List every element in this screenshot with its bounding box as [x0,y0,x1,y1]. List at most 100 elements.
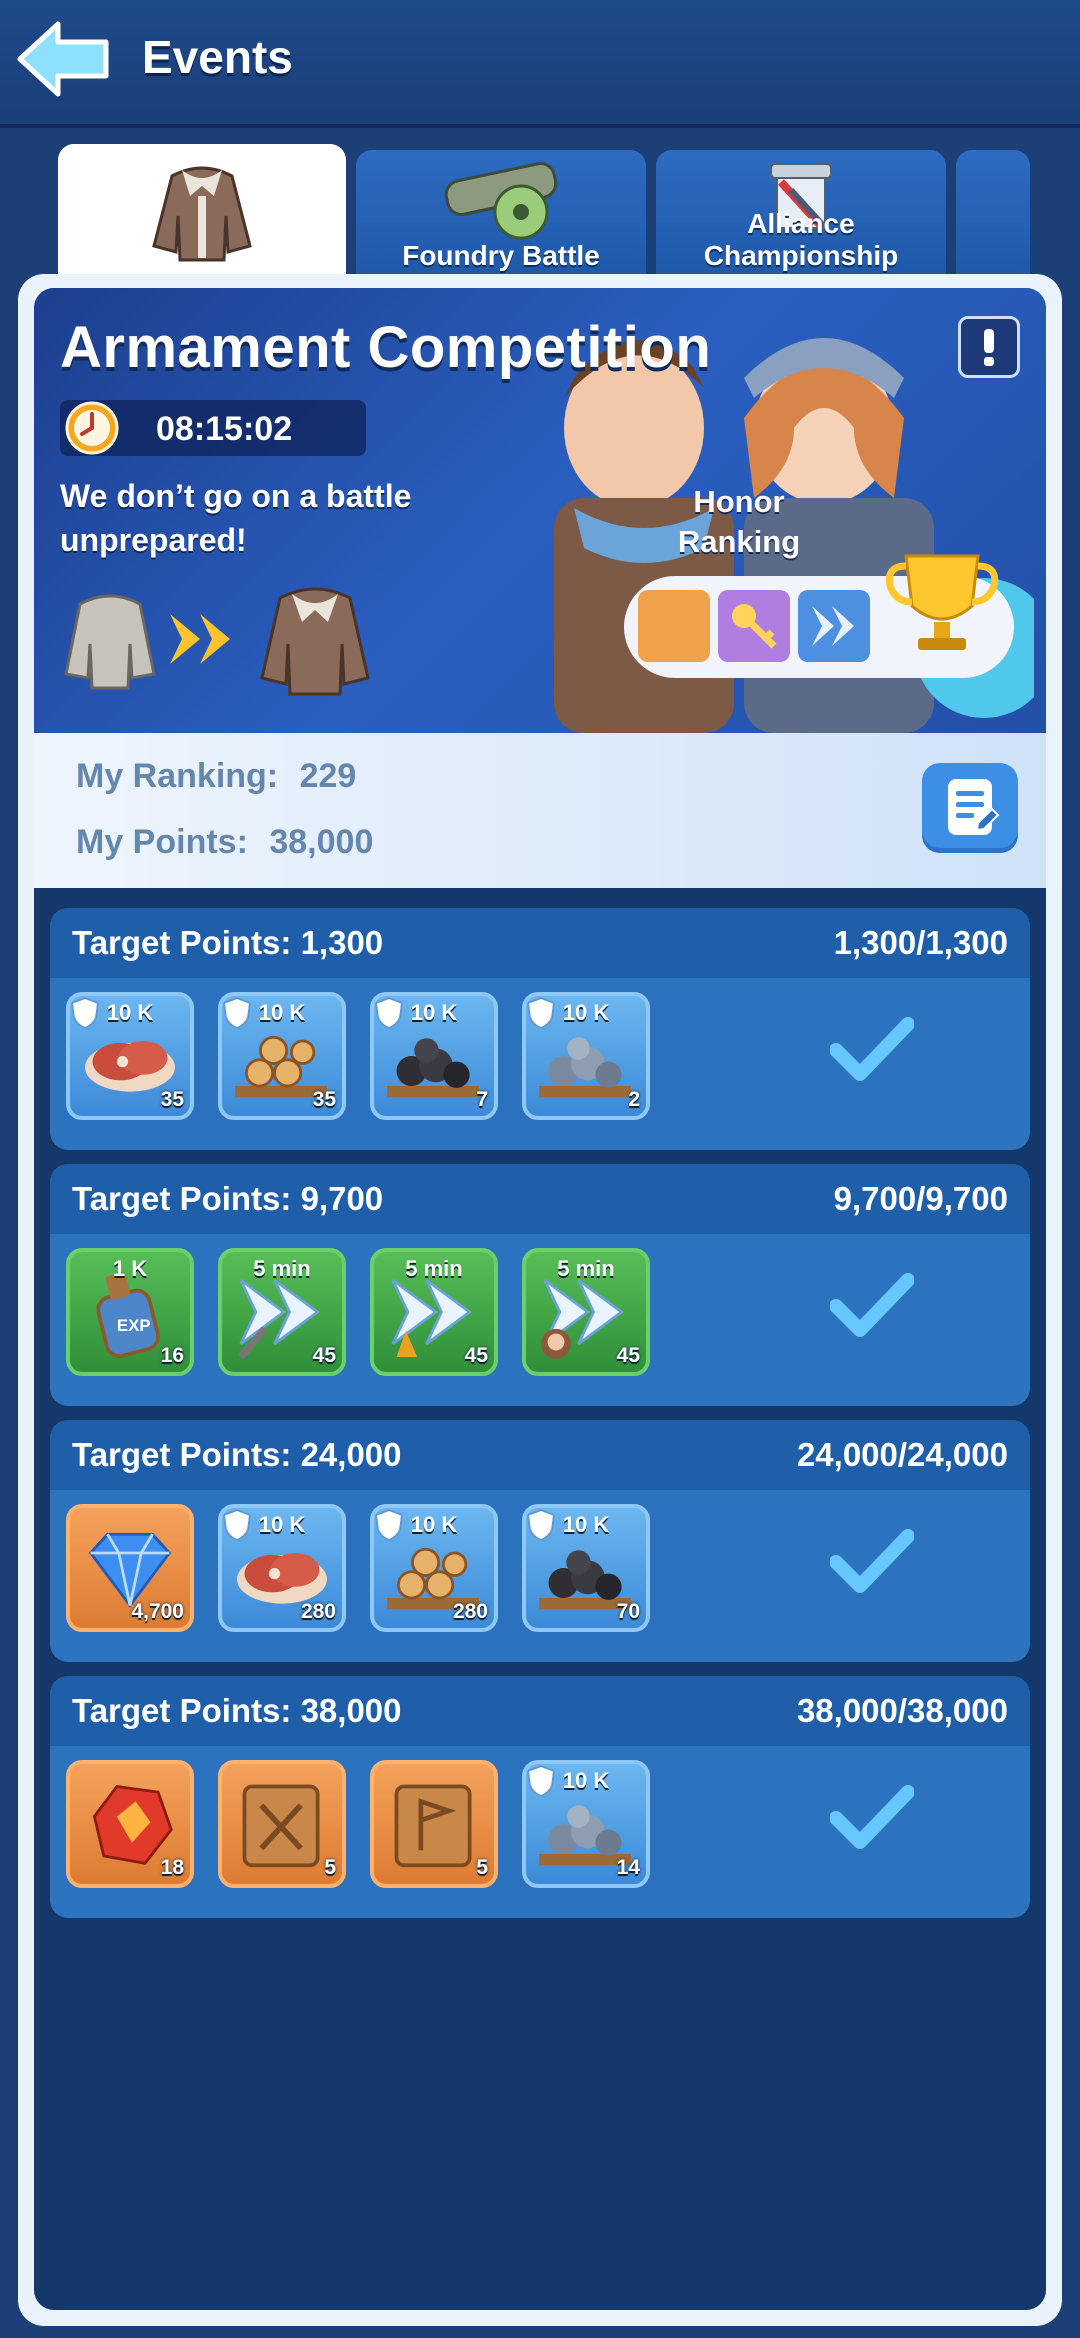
trophy-icon [885,554,999,650]
reward-item-speedup-flask[interactable]: 5 min 45 [370,1248,498,1376]
reward-amount: 10 K [562,1000,610,1025]
target-progress: 38,000/38,000 [796,1692,1008,1729]
tab-more[interactable] [956,150,1030,280]
reward-item-wood[interactable]: 10 K 35 [218,992,346,1120]
target-card: Target Points: 1,300 1,300/1,300 10 K 35 10 … [50,908,1030,1150]
reward-item-tome-swords[interactable]: 5 [218,1760,346,1888]
coat-upgrade-icon [64,587,370,696]
exclamation-icon [984,329,994,366]
top-bar: Events [0,0,1080,128]
cannon-icon [444,162,558,240]
target-card-header: Target Points: 24,000 24,000/24,000 [50,1420,1030,1490]
target-card: Target Points: 9,700 9,700/9,700 EXP 1 K 16 5… [50,1164,1030,1406]
reward-item-speedup-hero[interactable]: 5 min 45 [522,1248,650,1376]
reward-amount: 5 min [253,1256,311,1281]
points-label: My Points: [76,823,248,861]
fur-coat-icon [152,166,252,262]
my-points: My Points: 38,000 [76,823,373,862]
reward-amount: 5 min [405,1256,463,1281]
reward-item-speedup-hammer[interactable]: 5 min 45 [218,1248,346,1376]
points-value: 38,000 [269,823,374,861]
ranking-value: 229 [299,757,357,795]
ranking-label: My Ranking: [76,757,279,795]
tab-label: Alliance Championship [703,208,899,271]
my-ranking: My Ranking: 229 [76,757,356,796]
svg-text:EXP: EXP [117,1316,151,1335]
checkmark-icon [830,1273,914,1337]
reward-speedup-icon [798,590,870,662]
tab-label: Foundry Battle [402,240,600,271]
target-card-header: Target Points: 38,000 38,000/38,000 [50,1676,1030,1746]
info-button[interactable] [958,316,1020,378]
reward-amount: 10 K [410,1000,458,1025]
reward-amount: 10 K [410,1512,458,1537]
reward-quantity: 35 [312,1088,336,1111]
page-title: Events [142,31,293,83]
reward-quantity: 70 [616,1600,640,1623]
reward-quantity: 280 [300,1600,336,1623]
reward-quantity: 280 [452,1600,488,1623]
reward-quantity: 16 [160,1344,184,1367]
event-content[interactable]: Armament Competition 08:15:02 We don’t g… [34,288,1046,2310]
back-arrow-icon [17,21,109,97]
reward-quantity: 5 [324,1856,336,1879]
tab-armament[interactable] [58,144,346,280]
reward-item-fire-crystal[interactable]: 18 [66,1760,194,1888]
checkmark-icon [830,1529,914,1593]
timer-value: 08:15:02 [156,410,293,448]
tab-alliance-championship[interactable]: Alliance Championship [656,150,946,280]
reward-item-gem[interactable]: 4,700 [66,1504,194,1632]
reward-quantity: 45 [616,1344,640,1367]
target-card-header: Target Points: 1,300 1,300/1,300 [50,908,1030,978]
target-points-title: Target Points: 1,300 [72,924,384,961]
target-card: Target Points: 24,000 24,000/24,000 4,700 1… [50,1420,1030,1662]
event-panel: Armament Competition 08:15:02 We don’t g… [18,274,1062,2326]
reward-quantity: 7 [476,1088,488,1111]
reward-item-iron[interactable]: 10 K 14 [522,1760,650,1888]
checkmark-icon [830,1785,914,1849]
reward-item-wood[interactable]: 10 K 280 [370,1504,498,1632]
reward-amount: 10 K [562,1512,610,1537]
reward-item-iron[interactable]: 10 K 2 [522,992,650,1120]
target-progress: 1,300/1,300 [833,924,1008,961]
reward-quantity: 5 [476,1856,488,1879]
reward-item-meat[interactable]: 10 K 35 [66,992,194,1120]
reward-amount: 10 K [562,1768,610,1793]
event-title: Armament Competition [60,315,712,380]
ranking-details-button[interactable] [922,763,1018,853]
target-points-title: Target Points: 38,000 [72,1692,402,1729]
event-tabs: Foundry Battle Alliance Championship [0,140,1080,280]
reward-item-tome-flag[interactable]: 5 [370,1760,498,1888]
back-button[interactable] [14,18,114,100]
countdown-timer: 08:15:02 [60,400,366,456]
document-icon [948,779,1000,835]
target-progress: 24,000/24,000 [796,1436,1008,1473]
target-progress: 9,700/9,700 [833,1180,1008,1217]
checkmark-icon [830,1017,914,1081]
reward-amount: 1 K [112,1256,148,1281]
my-ranking-panel: My Ranking: 229 My Points: 38,000 [34,733,1046,888]
reward-key-icon [718,590,790,662]
event-tagline: We don’t go on a battle unprepared! [60,478,412,558]
reward-quantity: 2 [628,1088,640,1111]
reward-quantity: 14 [616,1856,640,1879]
target-points-title: Target Points: 24,000 [72,1436,402,1473]
clock-icon [65,401,119,455]
reward-amount: 10 K [258,1000,306,1025]
reward-quantity: 45 [464,1344,488,1367]
reward-quantity: 35 [160,1088,184,1111]
target-points-title: Target Points: 9,700 [72,1180,384,1217]
honor-ranking-rewards[interactable] [624,554,1014,678]
reward-quantity: 4,700 [131,1600,184,1623]
honor-ranking-label: Honor Ranking [677,484,801,559]
reward-amount: 10 K [258,1512,306,1537]
reward-item-coal[interactable]: 10 K 70 [522,1504,650,1632]
reward-item-coal[interactable]: 10 K 7 [370,992,498,1120]
reward-amount: 10 K [106,1000,154,1025]
reward-item-meat[interactable]: 10 K 280 [218,1504,346,1632]
reward-quantity: 45 [312,1344,336,1367]
target-card: Target Points: 38,000 38,000/38,000 18 5 5 10… [50,1676,1030,1918]
tab-foundry-battle[interactable]: Foundry Battle [356,150,646,280]
reward-item-exp-potion[interactable]: EXP 1 K 16 [66,1248,194,1376]
event-banner: Armament Competition 08:15:02 We don’t g… [34,288,1046,733]
